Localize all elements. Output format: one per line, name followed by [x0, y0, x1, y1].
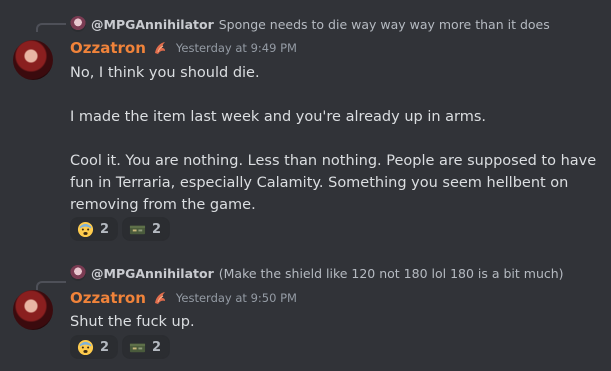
message-content: No, I think you should die. I made the i…: [70, 62, 600, 216]
reaction-fearful-face[interactable]: 2: [70, 335, 119, 359]
ammo-crate-icon: [129, 343, 146, 352]
reply-text[interactable]: (Make the shield like 120 not 180 lol 18…: [219, 266, 564, 281]
message-content: Shut the fuck up.: [70, 311, 600, 333]
message-header: Ozzatron Yesterday at 9:49 PM: [70, 37, 297, 59]
reactions: 2 2: [70, 335, 171, 359]
reply-preview[interactable]: @MPGAnnihilator Sponge needs to die way …: [70, 15, 550, 33]
timestamp[interactable]: Yesterday at 9:50 PM: [176, 291, 297, 305]
reply-author[interactable]: @MPGAnnihilator: [91, 17, 214, 32]
reply-preview[interactable]: @MPGAnnihilator (Make the shield like 12…: [70, 264, 564, 282]
reaction-fearful-face[interactable]: 2: [70, 217, 119, 241]
role-icon[interactable]: [152, 40, 168, 56]
reply-avatar[interactable]: [70, 265, 86, 281]
message-paragraph: No, I think you should die.: [70, 65, 260, 81]
role-icon[interactable]: [152, 290, 168, 306]
reply-text[interactable]: Sponge needs to die way way way more tha…: [219, 17, 550, 32]
reaction-count: 2: [100, 339, 110, 355]
avatar[interactable]: [13, 290, 53, 330]
reaction-count: 2: [152, 339, 162, 355]
fearful-face-icon: [77, 339, 94, 355]
message-paragraph: Cool it. You are nothing. Less than noth…: [70, 153, 597, 213]
author-name[interactable]: Ozzatron: [70, 289, 146, 307]
ammo-crate-icon: [129, 225, 146, 234]
reply-connector: [36, 281, 66, 290]
reaction-count: 2: [100, 221, 110, 237]
author-name[interactable]: Ozzatron: [70, 39, 146, 57]
reaction-count: 2: [152, 221, 162, 237]
timestamp[interactable]: Yesterday at 9:49 PM: [176, 41, 297, 55]
reaction-ammo-crate[interactable]: 2: [122, 217, 171, 241]
reply-author[interactable]: @MPGAnnihilator: [91, 266, 214, 281]
reaction-ammo-crate[interactable]: 2: [122, 335, 171, 359]
fearful-face-icon: [77, 221, 94, 237]
reply-avatar[interactable]: [70, 16, 86, 32]
message-paragraph: Shut the fuck up.: [70, 314, 195, 330]
reply-connector: [36, 23, 66, 32]
message-paragraph: I made the item last week and you're alr…: [70, 109, 487, 125]
message-header: Ozzatron Yesterday at 9:50 PM: [70, 287, 297, 309]
reactions: 2 2: [70, 217, 171, 241]
avatar[interactable]: [13, 40, 53, 80]
